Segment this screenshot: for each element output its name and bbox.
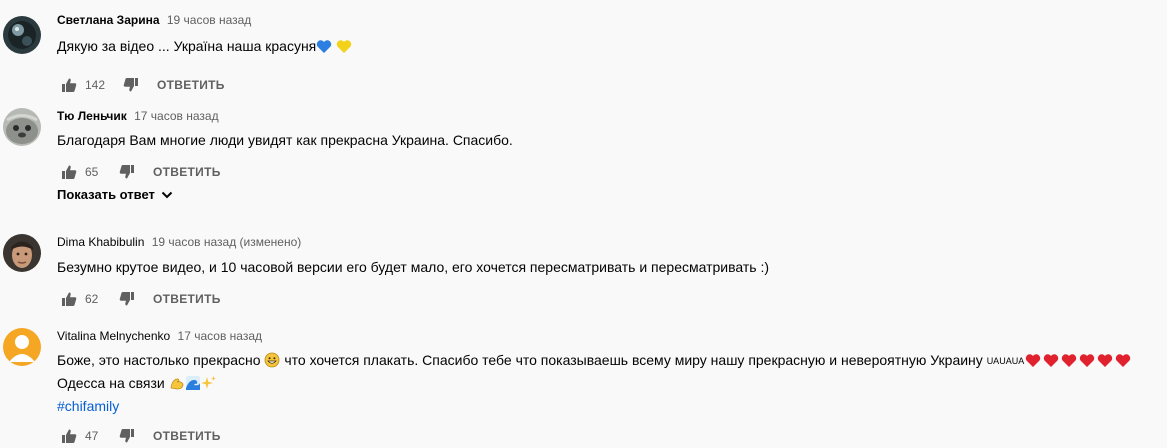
chevron-down-icon xyxy=(161,191,173,198)
comment-text-part-2: что хочется плакать. Спасибо тебе что по… xyxy=(284,352,983,368)
comment-text-part-1: Боже, это настолько прекрасно xyxy=(57,352,261,368)
red-heart-icon xyxy=(1060,353,1078,373)
avatar[interactable] xyxy=(3,234,41,272)
red-heart-icon xyxy=(1114,353,1132,373)
comment-actions: 47 ОТВЕТИТЬ xyxy=(57,424,1167,448)
author-name[interactable]: Светлана Зарина xyxy=(57,13,160,27)
comment-header: Vitalina Melnychenko 17 часов назад xyxy=(57,328,1167,344)
blue-heart-icon xyxy=(316,39,332,59)
comment-body: Светлана Зарина 19 часов назад Дякую за … xyxy=(57,12,1167,97)
comment-text: Благодаря Вам многие люди увидят как пре… xyxy=(57,132,513,148)
show-replies-label: Показать ответ xyxy=(57,187,155,202)
like-icon[interactable] xyxy=(57,160,81,184)
author-name[interactable]: Vitalina Melnychenko xyxy=(57,329,170,343)
dislike-icon[interactable] xyxy=(115,424,139,448)
avatar[interactable] xyxy=(3,16,41,54)
timestamp[interactable]: 17 часов назад xyxy=(134,109,218,123)
reply-button[interactable]: ОТВЕТИТЬ xyxy=(153,165,221,179)
comment-body: Dima Khabibulin 19 часов назад (изменено… xyxy=(57,234,1167,311)
comment-actions: 65 ОТВЕТИТЬ xyxy=(57,160,1167,184)
water-wave-icon xyxy=(185,375,201,396)
comment-text: Боже, это настолько прекрасно что хочетс… xyxy=(57,350,1167,416)
comment-text: Безумно крутое видео, и 10 часовой верси… xyxy=(57,259,770,275)
timestamp[interactable]: 19 часов назад (изменено) xyxy=(152,235,302,249)
comment-header: Тю Леньчик 17 часов назад xyxy=(57,108,1167,124)
red-heart-icon xyxy=(1096,353,1114,373)
sparkles-icon xyxy=(200,375,217,396)
like-icon[interactable] xyxy=(57,424,81,448)
red-heart-icons xyxy=(1024,352,1132,368)
comment-header: Dima Khabibulin 19 часов назад (изменено… xyxy=(57,234,1167,250)
comment-actions: 62 ОТВЕТИТЬ xyxy=(57,287,1167,311)
comment-body: Vitalina Melnychenko 17 часов назад Боже… xyxy=(57,328,1167,448)
small-text: UAUAUA xyxy=(986,356,1025,366)
author-name[interactable]: Тю Леньчик xyxy=(57,109,127,123)
timestamp[interactable]: 19 часов назад xyxy=(167,13,251,27)
reply-button[interactable]: ОТВЕТИТЬ xyxy=(153,292,221,306)
like-count: 65 xyxy=(85,165,99,179)
grinning-face-icon xyxy=(264,352,280,373)
timestamp[interactable]: 17 часов назад xyxy=(178,329,262,343)
red-heart-icon xyxy=(1078,353,1096,373)
show-replies-button[interactable]: Показать ответ xyxy=(57,187,173,202)
comment-body: Тю Леньчик 17 часов назад Благодаря Вам … xyxy=(57,108,1167,184)
yellow-heart-icon xyxy=(336,39,352,59)
author-name[interactable]: Dima Khabibulin xyxy=(57,235,144,249)
red-heart-icon xyxy=(1024,353,1042,373)
flexed-biceps-icon xyxy=(169,375,185,396)
comment-text: Дякую за відео ... Україна наша красуня xyxy=(57,36,1167,59)
avatar[interactable] xyxy=(3,328,41,366)
hashtag-link[interactable]: #chifamily xyxy=(57,396,1167,416)
reply-button[interactable]: ОТВЕТИТЬ xyxy=(157,78,225,92)
dislike-icon[interactable] xyxy=(115,160,139,184)
comment-line-1: Боже, это настолько прекрасно что хочетс… xyxy=(57,350,1167,373)
like-count: 62 xyxy=(85,292,99,306)
comment-actions: 142 ОТВЕТИТЬ xyxy=(57,73,1167,97)
comment-header: Светлана Зарина 19 часов назад xyxy=(57,12,1167,28)
comment-line-2-text: Одесса на связи xyxy=(57,375,165,391)
like-icon[interactable] xyxy=(57,73,81,97)
avatar[interactable] xyxy=(3,108,41,146)
red-heart-icon xyxy=(1042,353,1060,373)
comment-text-content: Дякую за відео ... Україна наша красуня xyxy=(57,38,317,54)
dislike-icon[interactable] xyxy=(115,287,139,311)
dislike-icon[interactable] xyxy=(119,73,143,97)
like-icon[interactable] xyxy=(57,287,81,311)
comment-line-2: Одесса на связи xyxy=(57,373,1167,396)
like-count: 142 xyxy=(85,78,106,92)
